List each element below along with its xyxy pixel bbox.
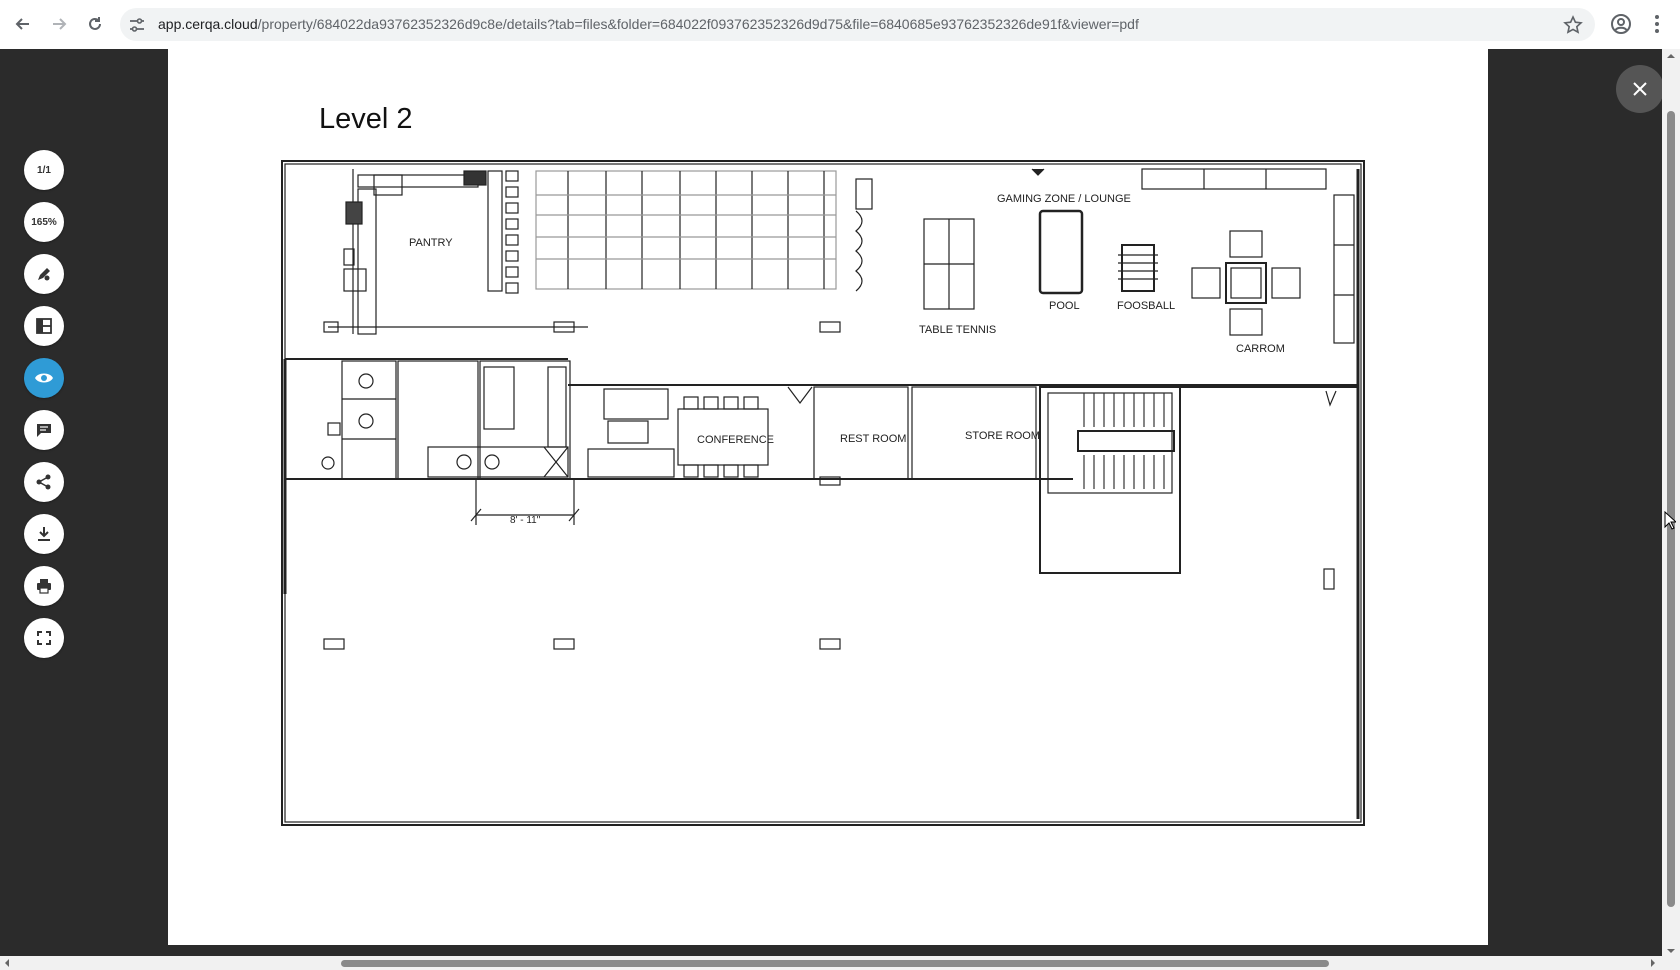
scroll-up-icon[interactable] — [1662, 51, 1680, 61]
bookmark-star-icon[interactable] — [1563, 15, 1583, 35]
label-store-room: STORE ROOM — [965, 430, 1040, 442]
zoom-level: 165% — [31, 216, 57, 228]
url-text: app.cerqa.cloud/property/684022da9376235… — [158, 16, 1139, 32]
view-button[interactable] — [24, 358, 64, 398]
mouse-cursor-icon — [1664, 511, 1676, 530]
sidebar-layout-icon — [36, 318, 52, 334]
share-icon — [36, 474, 51, 490]
label-conference: CONFERENCE — [697, 434, 774, 446]
label-table-tennis: TABLE TENNIS — [919, 324, 996, 336]
back-icon[interactable] — [11, 12, 35, 36]
floor-plan: PANTRY GAMING ZONE / LOUNGE TABLE TENNIS… — [281, 160, 1365, 826]
download-icon — [38, 527, 50, 541]
comment-icon — [37, 424, 51, 437]
label-gaming-zone: GAMING ZONE / LOUNGE — [997, 193, 1131, 205]
horizontal-scroll-thumb[interactable] — [341, 960, 1329, 967]
comment-button[interactable] — [24, 410, 64, 450]
pdf-page: Level 2 PANTRY GAMING ZONE / LOUNGE TABL… — [168, 49, 1488, 945]
url-path: /property/684022da93762352326d9c8e/detai… — [257, 16, 1139, 32]
fullscreen-icon — [37, 631, 51, 645]
fullscreen-button[interactable] — [24, 618, 64, 658]
annotate-button[interactable] — [24, 254, 64, 294]
zoom-button[interactable]: 165% — [24, 202, 64, 242]
page-indicator-button[interactable]: 1/1 — [24, 150, 64, 190]
label-pool: POOL — [1049, 300, 1080, 312]
scroll-right-icon[interactable] — [1648, 956, 1658, 970]
close-viewer-button[interactable] — [1616, 65, 1664, 113]
vertical-scrollbar[interactable] — [1662, 49, 1680, 958]
print-icon — [37, 579, 51, 594]
site-settings-icon[interactable] — [128, 16, 146, 34]
address-bar[interactable]: app.cerqa.cloud/property/684022da9376235… — [120, 8, 1595, 41]
forward-icon[interactable] — [47, 12, 71, 36]
scroll-down-icon[interactable] — [1662, 946, 1680, 956]
close-icon — [1633, 82, 1647, 96]
browser-toolbar: app.cerqa.cloud/property/684022da9376235… — [0, 0, 1680, 50]
print-button[interactable] — [24, 566, 64, 606]
horizontal-scrollbar[interactable] — [0, 956, 1680, 970]
eye-icon — [35, 373, 53, 383]
label-dimension: 8' - 11" — [510, 515, 541, 526]
share-button[interactable] — [24, 462, 64, 502]
reload-icon[interactable] — [83, 12, 107, 36]
url-domain: app.cerqa.cloud — [158, 16, 258, 32]
label-foosball: FOOSBALL — [1117, 300, 1175, 312]
vertical-scroll-thumb[interactable] — [1667, 111, 1675, 907]
profile-icon[interactable] — [1610, 13, 1632, 35]
label-rest-room: REST ROOM — [840, 433, 906, 445]
label-carrom: CARROM — [1236, 343, 1285, 355]
browser-menu-icon[interactable] — [1650, 13, 1664, 35]
layout-button[interactable] — [24, 306, 64, 346]
label-pantry: PANTRY — [409, 237, 453, 249]
scroll-left-icon[interactable] — [2, 956, 12, 970]
page-indicator: 1/1 — [37, 164, 51, 176]
pdf-viewer: Level 2 PANTRY GAMING ZONE / LOUNGE TABL… — [0, 49, 1664, 958]
pen-icon — [38, 268, 50, 281]
download-button[interactable] — [24, 514, 64, 554]
